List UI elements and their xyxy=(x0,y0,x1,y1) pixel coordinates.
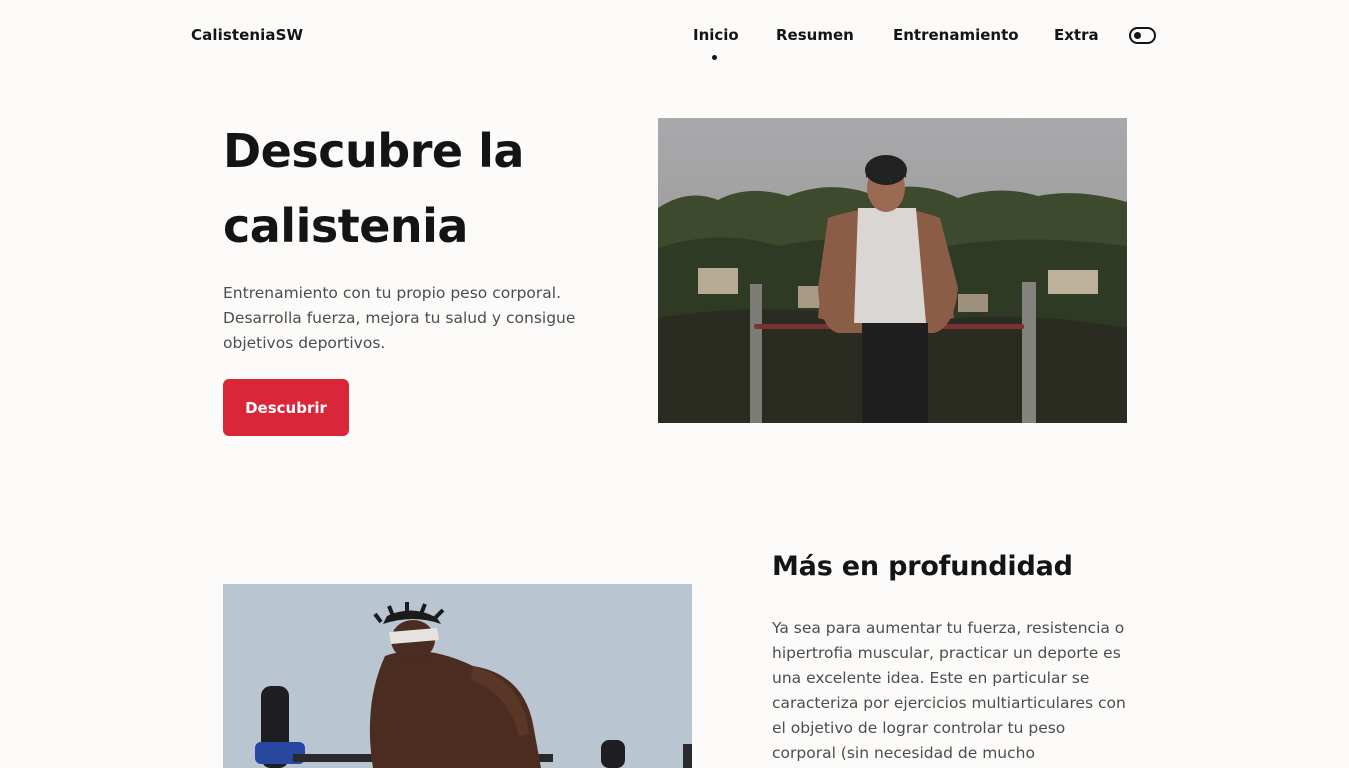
section-image xyxy=(223,584,692,768)
nav-item-extra[interactable]: Extra xyxy=(1054,26,1099,44)
section-title: Más en profundidad xyxy=(772,551,1073,582)
nav-item-entrenamiento[interactable]: Entrenamiento xyxy=(893,26,1019,44)
hero-description: Entrenamiento con tu propio peso corpora… xyxy=(223,284,576,352)
hero-image xyxy=(658,118,1127,423)
active-nav-indicator xyxy=(712,55,717,60)
site-header: CalisteniaSW Inicio Resumen Entrenamient… xyxy=(0,0,1349,72)
section-text: Ya sea para aumentar tu fuerza, resisten… xyxy=(772,619,1126,762)
discover-button[interactable]: Descubrir xyxy=(223,379,349,436)
nav-item-inicio[interactable]: Inicio xyxy=(693,26,739,44)
dark-mode-toggle-icon[interactable] xyxy=(1129,27,1156,44)
toggle-knob xyxy=(1134,32,1141,39)
hero-title: Descubre la calistenia xyxy=(223,124,524,253)
nav-item-resumen[interactable]: Resumen xyxy=(776,26,854,44)
